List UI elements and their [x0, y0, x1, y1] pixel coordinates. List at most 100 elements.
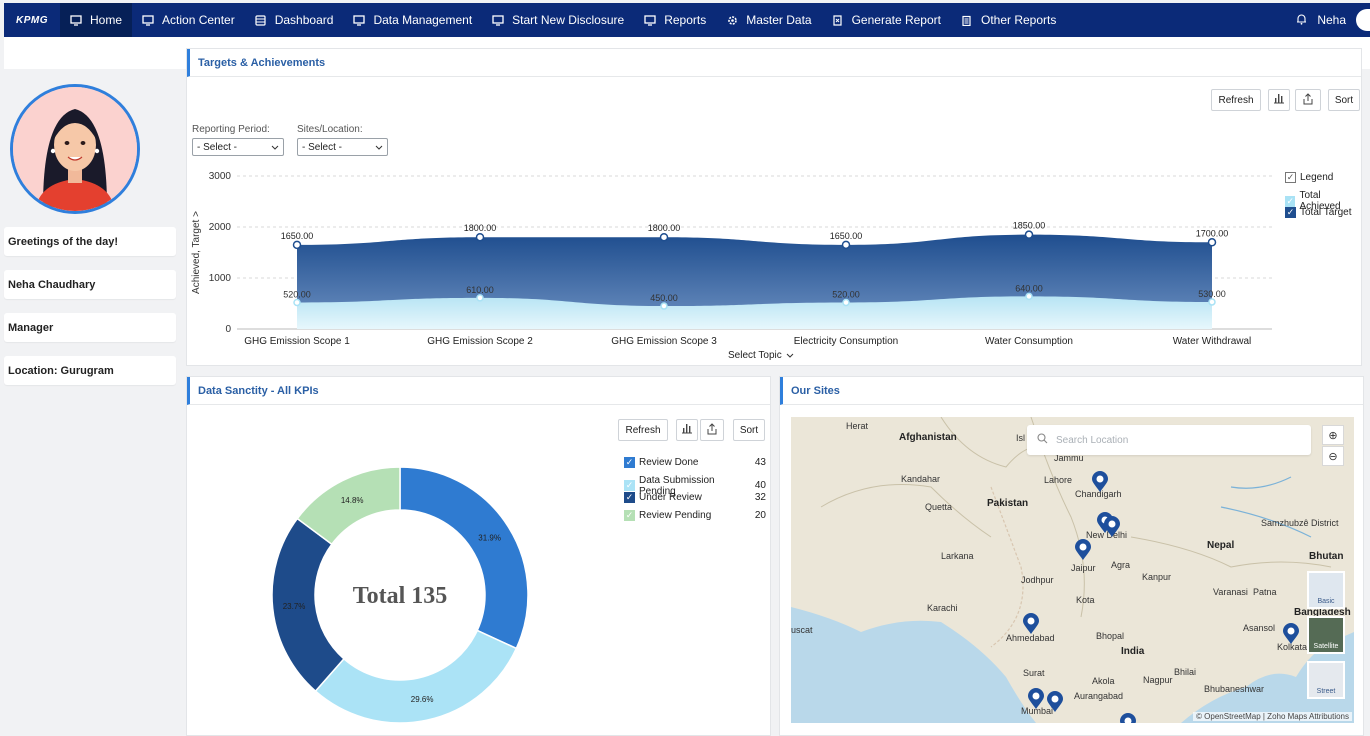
nav-data-management[interactable]: Data Management: [343, 3, 482, 37]
donut-slice[interactable]: [314, 629, 518, 724]
targets-export-button[interactable]: [1295, 89, 1321, 111]
map-place-label: Bhubaneshwar: [1204, 684, 1265, 694]
monitor-icon: [70, 14, 82, 26]
map-place-label: Kandahar: [901, 474, 941, 484]
achieved-point[interactable]: [660, 302, 668, 310]
achieved-value-label: 610.00: [466, 285, 494, 295]
map-place-label: Varanasi: [1213, 587, 1248, 597]
target-value-label: 1850.00: [1013, 221, 1046, 231]
targets-chart-type-button[interactable]: [1268, 89, 1290, 111]
sanctity-sort-button[interactable]: Sort: [733, 419, 765, 441]
nav-generate-report[interactable]: Generate Report: [822, 3, 951, 37]
database-icon: [255, 14, 267, 26]
zoom-in-button[interactable]: ⊕: [1322, 425, 1344, 445]
achieved-value-label: 640.00: [1015, 283, 1043, 293]
target-point[interactable]: [841, 240, 851, 250]
achieved-point[interactable]: [842, 298, 850, 307]
map-place-label: Patna: [1253, 587, 1277, 597]
achieved-point[interactable]: [1025, 292, 1033, 301]
layer-street-button[interactable]: Street: [1307, 661, 1345, 699]
map-place-label: Herat: [846, 421, 869, 431]
achieved-point[interactable]: [1208, 298, 1216, 306]
target-point[interactable]: [1207, 238, 1217, 247]
target-value-label: 1650.00: [281, 231, 314, 241]
data-sanctity-donut-chart: 31.9% 29.6% 23.7% 14.8% Total 135: [271, 466, 529, 724]
map-attribution[interactable]: © OpenStreetMap | Zoho Maps Attributions: [1193, 712, 1352, 721]
donut-legend-item[interactable]: ✓ Review Pending 20: [624, 509, 766, 521]
user-name[interactable]: Neha: [1317, 13, 1346, 27]
user-avatar[interactable]: [1356, 9, 1370, 31]
user-fullname-card: Neha Chaudhary: [4, 270, 176, 299]
targets-area-chart: 0 1000 2000 3000 Achieved, Target > 1650.00 1…: [191, 171, 1272, 347]
location-pin-icon[interactable]: [1022, 613, 1040, 635]
nav-reports-label: Reports: [664, 13, 707, 27]
achieved-point[interactable]: [476, 294, 484, 302]
location-pin-icon[interactable]: [1046, 691, 1064, 713]
sites-location-select[interactable]: - Select -: [297, 138, 388, 156]
sanctity-chart-type-button[interactable]: [676, 419, 698, 441]
targets-sort-button[interactable]: Sort: [1328, 89, 1360, 111]
map-place-label: Quetta: [925, 502, 953, 512]
nav-master-data[interactable]: Master Data: [716, 3, 821, 37]
nav-start-new-disclosure[interactable]: Start New Disclosure: [482, 3, 634, 37]
clipboard-icon: [961, 14, 973, 26]
layer-satellite-button[interactable]: Satellite: [1307, 616, 1345, 654]
search-icon: [1037, 433, 1048, 447]
location-pin-icon[interactable]: [1282, 623, 1300, 645]
map-place-label: Pakistan: [987, 498, 1029, 509]
sanctity-refresh-button[interactable]: Refresh: [618, 419, 668, 441]
target-value-label: 1700.00: [1196, 228, 1229, 238]
kpmg-logo[interactable]: KPMG: [4, 3, 60, 37]
y-tick-label: 1000: [209, 273, 232, 284]
nav-data-management-label: Data Management: [373, 13, 473, 27]
nav-dashboard[interactable]: Dashboard: [245, 3, 344, 37]
location-pin-icon[interactable]: [1119, 713, 1137, 723]
location-pin-icon[interactable]: [1027, 688, 1045, 710]
layer-basic-button[interactable]: Basic: [1307, 571, 1345, 609]
checkbox-icon: ✓: [1285, 195, 1296, 207]
donut-legend-item[interactable]: ✓ Under Review 32: [624, 492, 766, 503]
reporting-period-select[interactable]: - Select -: [192, 138, 284, 156]
targets-refresh-button[interactable]: Refresh: [1211, 89, 1261, 111]
layer-basic-label: Basic: [1317, 598, 1335, 605]
select-topic-dropdown[interactable]: Select Topic: [728, 350, 794, 361]
target-point[interactable]: [475, 232, 485, 242]
zoom-out-button[interactable]: ⊖: [1322, 446, 1344, 466]
gear-icon: [726, 14, 738, 26]
nav-reports[interactable]: Reports: [634, 3, 716, 37]
achieved-point[interactable]: [293, 298, 301, 307]
nav-other-reports[interactable]: Other Reports: [951, 3, 1066, 37]
select-topic-label: Select Topic: [728, 350, 782, 361]
location-pin-icon[interactable]: [1091, 471, 1109, 493]
location-pin-icon[interactable]: [1074, 539, 1092, 561]
map-place-label: Asansol: [1243, 623, 1276, 633]
donut-slice[interactable]: [399, 466, 529, 650]
legend-title[interactable]: ✓ Legend: [1285, 172, 1333, 183]
sanctity-export-button[interactable]: [700, 419, 724, 441]
map-place-label: Larkana: [941, 551, 974, 561]
map-search-input[interactable]: Search Location: [1027, 425, 1311, 455]
achieved-value-label: 450.00: [650, 293, 678, 303]
donut-legend-label: Review Done: [639, 457, 699, 468]
donut-percent-label: 23.7%: [283, 602, 306, 611]
target-point[interactable]: [1024, 230, 1034, 239]
location-pin-icon[interactable]: [1103, 516, 1121, 538]
legend-total-target[interactable]: ✓ Total Target: [1285, 207, 1352, 218]
target-point[interactable]: [292, 240, 302, 250]
donut-legend-item[interactable]: ✓ Review Done 43: [624, 457, 766, 468]
checkbox-icon: ✓: [1285, 172, 1296, 183]
bell-icon[interactable]: [1296, 13, 1307, 28]
checkbox-icon: ✓: [624, 492, 635, 503]
target-point[interactable]: [659, 232, 669, 242]
donut-legend-label: Under Review: [639, 492, 702, 503]
nav-home[interactable]: Home: [60, 3, 133, 37]
donut-legend-value: 20: [754, 509, 766, 521]
user-location-card: Location: Gurugram: [4, 356, 176, 385]
donut-percent-label: 14.8%: [341, 496, 364, 505]
map-place-label: Lahore: [1044, 475, 1073, 485]
export-icon: [706, 422, 718, 438]
sites-map[interactable]: Herat Afghanistan Isl Jammu Kandahar Lahore Ch…: [791, 417, 1354, 723]
map-search-placeholder: Search Location: [1056, 434, 1129, 446]
nav-action-center[interactable]: Action Center: [132, 3, 245, 37]
greeting-card: Greetings of the day!: [4, 227, 176, 256]
